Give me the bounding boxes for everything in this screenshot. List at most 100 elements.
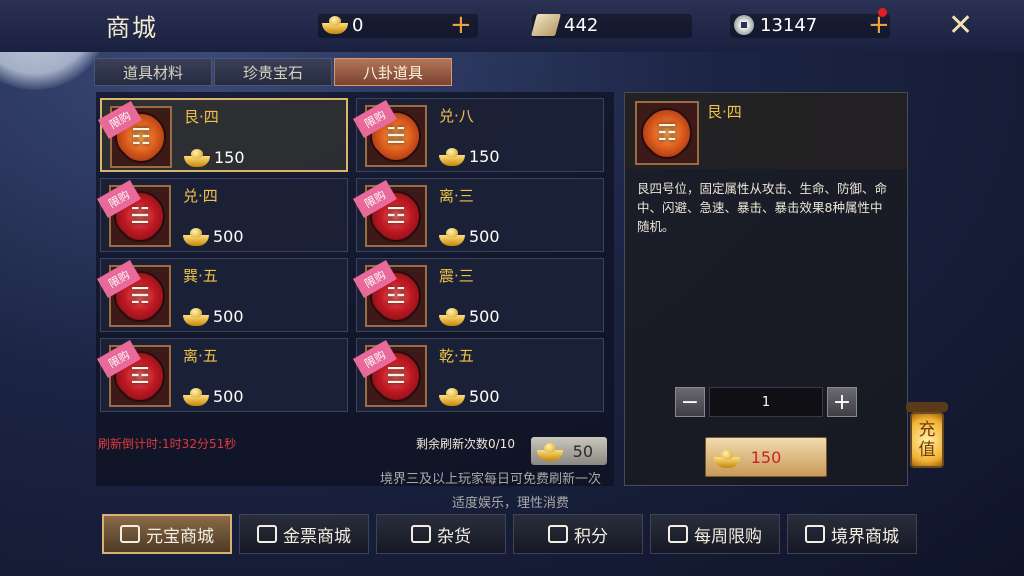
item-name: 兑·四 — [183, 187, 218, 205]
detail-item-icon: ☶ — [631, 97, 703, 169]
nav-shop-icon — [548, 525, 568, 543]
item-card[interactable]: ☰ 限购 乾·五 500 — [353, 338, 604, 412]
copper-currency: 13147 — [734, 12, 817, 38]
item-card[interactable]: ☶ 限购 艮·四 150 — [98, 98, 348, 173]
gold-ingot-icon — [322, 16, 348, 34]
item-price: 500 — [439, 307, 500, 326]
refresh-button[interactable]: 50 — [531, 437, 607, 465]
item-price: 500 — [439, 387, 500, 406]
buy-price: 150 — [750, 447, 782, 467]
item-name: 震·三 — [439, 267, 474, 285]
increase-quantity-button[interactable]: + — [827, 387, 857, 417]
trigram-glyph: ☶ — [657, 120, 677, 146]
nav-label: 杂货 — [437, 526, 471, 547]
gold-ingot-icon — [439, 147, 465, 166]
page-title: 商城 — [106, 14, 158, 42]
item-detail-panel: ☶ 艮·四 艮四号位，固定属性从攻击、生命、防御、命中、闪避、急速、暴击、暴击效… — [624, 92, 908, 486]
quantity-field[interactable]: 1 — [709, 387, 823, 417]
buy-button[interactable]: 150 — [705, 437, 827, 477]
ingot-currency: 0 — [322, 12, 363, 38]
refresh-note: 境界三及以上玩家每日可免费刷新一次 — [380, 472, 602, 487]
item-price: 500 — [183, 307, 244, 326]
item-name: 离·五 — [183, 347, 218, 365]
trigram-glyph: ☱ — [130, 203, 150, 229]
trigram-glyph: ☲ — [386, 203, 406, 229]
trigram-glyph: ☳ — [386, 283, 406, 309]
gold-ingot-icon — [714, 450, 740, 468]
ingot-amount: 0 — [352, 14, 364, 36]
item-card[interactable]: ☲ 限购 离·五 500 — [97, 338, 348, 412]
item-card[interactable]: ☴ 限购 巽·五 500 — [97, 258, 348, 332]
tab-bagua-items[interactable]: 八卦道具 — [334, 58, 452, 86]
lantern-text-2: 值 — [918, 440, 936, 460]
item-name: 巽·五 — [183, 267, 218, 285]
item-price-value: 500 — [213, 387, 244, 406]
gold-ingot-icon — [184, 148, 210, 167]
lantern-text-1: 充 — [918, 420, 936, 440]
item-price-value: 500 — [469, 387, 500, 406]
trigram-glyph: ☰ — [386, 363, 406, 389]
gold-ingot-icon — [183, 227, 209, 246]
nav-label: 境界商城 — [831, 526, 899, 547]
item-price-value: 500 — [213, 307, 244, 326]
item-card[interactable]: ☱ 限购 兑·四 500 — [97, 178, 348, 252]
item-price-value: 500 — [469, 227, 500, 246]
trigram-glyph: ☶ — [131, 124, 151, 150]
gold-ingot-icon — [439, 227, 465, 246]
nav-shop-icon — [411, 525, 431, 543]
refresh-cost: 50 — [572, 441, 593, 461]
add-ingot-button[interactable]: + — [450, 12, 472, 38]
nav-label: 元宝商城 — [146, 526, 214, 547]
nav-tab-2[interactable]: 杂货 — [376, 514, 506, 554]
gold-ingot-icon — [439, 387, 465, 406]
nav-tab-3[interactable]: 积分 — [513, 514, 643, 554]
item-price-value: 150 — [214, 148, 245, 167]
trigram-glyph: ☲ — [130, 363, 150, 389]
nav-label: 积分 — [574, 526, 608, 547]
item-price-value: 150 — [469, 147, 500, 166]
nav-tab-1[interactable]: 金票商城 — [239, 514, 369, 554]
gold-ingot-icon — [183, 387, 209, 406]
item-name: 乾·五 — [439, 347, 474, 365]
lantern-body: 充 值 — [910, 412, 944, 468]
notification-dot — [878, 8, 887, 17]
nav-shop-icon — [120, 525, 140, 543]
detail-description: 艮四号位，固定属性从攻击、生命、防御、命中、闪避、急速、暴击、暴击效果8种属性中… — [637, 181, 888, 234]
item-price: 150 — [184, 148, 245, 167]
refresh-countdown: 刷新倒计时:1时32分51秒 — [98, 437, 237, 451]
nav-shop-icon — [257, 525, 277, 543]
decrease-quantity-button[interactable]: − — [675, 387, 705, 417]
item-price: 500 — [439, 227, 500, 246]
scroll-ticket-icon — [531, 14, 561, 36]
item-name: 离·三 — [439, 187, 474, 205]
item-card[interactable]: ☲ 限购 离·三 500 — [353, 178, 604, 252]
nav-tab-4[interactable]: 每周限购 — [650, 514, 780, 554]
close-icon[interactable]: ✕ — [948, 8, 973, 43]
item-price: 150 — [439, 147, 500, 166]
lantern-cap — [906, 402, 948, 412]
moderation-notice: 适度娱乐，理性消费 — [452, 496, 570, 511]
nav-shop-icon — [668, 525, 688, 543]
ticket-amount: 442 — [564, 14, 599, 36]
gold-ingot-icon — [183, 307, 209, 326]
nav-tab-0[interactable]: 元宝商城 — [102, 514, 232, 554]
gold-ingot-icon — [537, 443, 563, 461]
tab-item-materials[interactable]: 道具材料 — [94, 58, 212, 86]
recharge-lantern-button[interactable]: 充 值 — [906, 396, 948, 480]
item-card[interactable]: ☳ 限购 震·三 500 — [353, 258, 604, 332]
copper-amount: 13147 — [760, 14, 818, 36]
item-price-value: 500 — [213, 227, 244, 246]
item-card[interactable]: ☱ 限购 兑·八 150 — [353, 98, 604, 172]
nav-label: 每周限购 — [694, 526, 762, 547]
item-price-value: 500 — [469, 307, 500, 326]
copper-coin-icon — [734, 15, 754, 35]
trigram-glyph: ☴ — [130, 283, 150, 309]
item-name: 兑·八 — [439, 107, 474, 125]
refresh-remaining: 剩余刷新次数0/10 — [416, 437, 515, 451]
tab-precious-gems[interactable]: 珍贵宝石 — [214, 58, 332, 86]
trigram-glyph: ☱ — [386, 123, 406, 149]
item-price: 500 — [183, 387, 244, 406]
nav-label: 金票商城 — [283, 526, 351, 547]
nav-tab-5[interactable]: 境界商城 — [787, 514, 917, 554]
detail-item-name: 艮·四 — [707, 103, 742, 121]
